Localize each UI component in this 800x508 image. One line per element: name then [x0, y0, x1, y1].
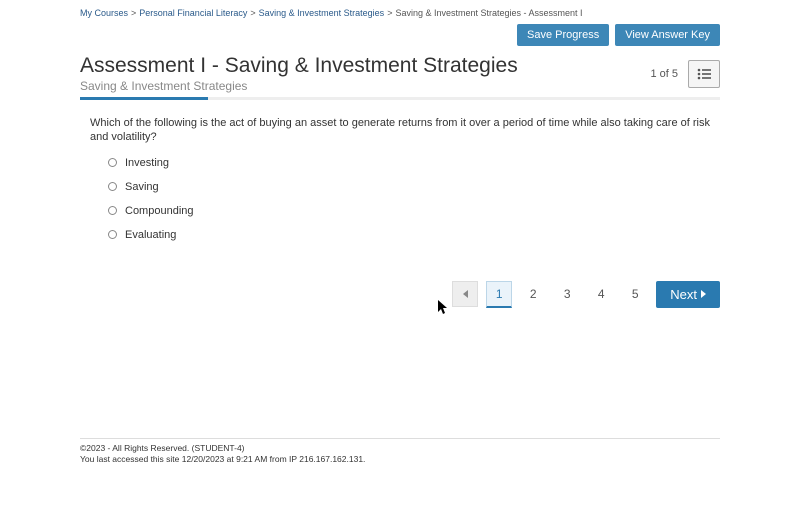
option-row[interactable]: Compounding	[108, 205, 720, 217]
footer-last-access: You last accessed this site 12/20/2023 a…	[80, 454, 720, 465]
next-button[interactable]: Next	[656, 281, 720, 308]
page-number[interactable]: 5	[622, 281, 648, 307]
radio-icon	[108, 182, 117, 191]
progress-bar-fill	[80, 97, 208, 100]
footer-divider	[80, 438, 720, 439]
breadcrumb-sep: >	[247, 8, 258, 18]
breadcrumb-sep: >	[128, 8, 139, 18]
next-label: Next	[670, 287, 697, 302]
footer-copyright: ©2023 - All Rights Reserved. (STUDENT-4)	[80, 443, 720, 454]
radio-icon	[108, 206, 117, 215]
breadcrumb-link-1[interactable]: Personal Financial Literacy	[139, 8, 247, 18]
breadcrumb-sep: >	[384, 8, 395, 18]
footer: ©2023 - All Rights Reserved. (STUDENT-4)…	[80, 438, 720, 465]
radio-icon	[108, 158, 117, 167]
progress-bar-bg	[80, 97, 720, 100]
page-number[interactable]: 2	[520, 281, 546, 307]
question-text: Which of the following is the act of buy…	[90, 116, 710, 145]
assessment-header: Assessment I - Saving & Investment Strat…	[80, 54, 720, 93]
option-label: Saving	[125, 181, 159, 193]
list-icon	[697, 68, 711, 80]
page-number[interactable]: 4	[588, 281, 614, 307]
view-answer-key-button[interactable]: View Answer Key	[615, 24, 720, 46]
radio-icon	[108, 230, 117, 239]
prev-page-button[interactable]	[452, 281, 478, 307]
chevron-left-icon	[463, 290, 468, 298]
page-title: Assessment I - Saving & Investment Strat…	[80, 54, 518, 78]
save-progress-button[interactable]: Save Progress	[517, 24, 609, 46]
option-row[interactable]: Investing	[108, 157, 720, 169]
chevron-right-icon	[701, 290, 706, 298]
page-number[interactable]: 1	[486, 281, 512, 308]
option-row[interactable]: Saving	[108, 181, 720, 193]
pagination: 1 2 3 4 5 Next	[80, 281, 720, 308]
page-subtitle: Saving & Investment Strategies	[80, 79, 518, 93]
breadcrumb: My Courses>Personal Financial Literacy>S…	[80, 6, 720, 22]
answer-options: Investing Saving Compounding Evaluating	[108, 157, 720, 241]
option-row[interactable]: Evaluating	[108, 229, 720, 241]
breadcrumb-link-0[interactable]: My Courses	[80, 8, 128, 18]
page-number[interactable]: 3	[554, 281, 580, 307]
breadcrumb-link-2[interactable]: Saving & Investment Strategies	[259, 8, 385, 18]
option-label: Evaluating	[125, 229, 176, 241]
option-label: Investing	[125, 157, 169, 169]
option-label: Compounding	[125, 205, 194, 217]
breadcrumb-current: Saving & Investment Strategies - Assessm…	[395, 8, 582, 18]
action-button-row: Save Progress View Answer Key	[80, 24, 720, 46]
question-counter: 1 of 5	[650, 68, 678, 80]
question-list-button[interactable]	[688, 60, 720, 88]
